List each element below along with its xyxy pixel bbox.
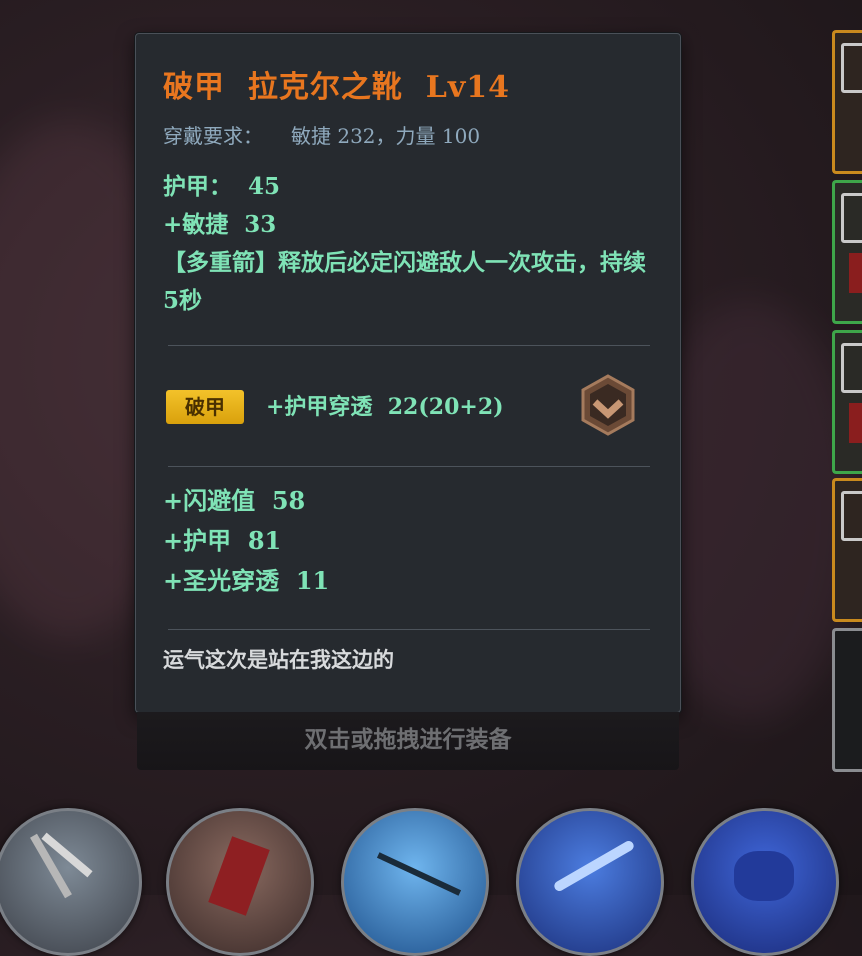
requirement-label: 穿戴要求： xyxy=(163,124,263,148)
equipment-slot[interactable] xyxy=(832,478,862,622)
divider xyxy=(168,345,650,346)
extra-stats: +闪避值 58 +护甲 81 +圣光穿透 11 xyxy=(163,481,329,601)
item-tooltip: 破甲 拉克尔之靴 Lv14 穿戴要求： 敏捷 232，力量 100 护甲： 45 … xyxy=(135,33,681,713)
item-slot-icon xyxy=(841,491,862,541)
divider xyxy=(168,629,650,630)
flavor-text: 运气这次是站在我这边的 xyxy=(163,647,394,672)
stat-line: +闪避值 58 xyxy=(163,486,306,515)
item-slot-icon xyxy=(841,43,862,93)
blade-skill-icon[interactable] xyxy=(166,808,314,956)
base-stats: 护甲： 45 +敏捷 33 【多重箭】释放后必定闪避敌人一次攻击，持续5秒 xyxy=(163,168,653,320)
stat-line: +护甲 81 xyxy=(163,526,282,555)
requirement-value: 敏捷 232，力量 100 xyxy=(291,124,481,148)
stat-line: 【多重箭】释放后必定闪避敌人一次攻击，持续5秒 xyxy=(163,249,646,314)
item-slot-icon xyxy=(841,193,862,243)
item-slot-icon xyxy=(841,343,862,393)
divider xyxy=(168,466,650,467)
blue-slash-skill-icon[interactable] xyxy=(516,808,664,956)
affix-badge: 破甲 xyxy=(166,390,244,424)
arrow-skill-icon[interactable] xyxy=(341,808,489,956)
stat-line: +圣光穿透 11 xyxy=(163,566,330,595)
crossbow-skill-icon[interactable] xyxy=(0,808,142,956)
red-item-icon xyxy=(849,253,862,293)
item-title: 破甲 拉克尔之靴 Lv14 xyxy=(163,70,511,105)
equip-hint: 双击或拖拽进行装备 xyxy=(137,712,679,770)
affix-text: +护甲穿透 22(20+2) xyxy=(266,394,504,420)
equipment-slot[interactable] xyxy=(832,330,862,474)
equipment-slot[interactable] xyxy=(832,30,862,174)
bronze-shield-chevron-icon xyxy=(581,374,635,436)
red-item-icon xyxy=(849,403,862,443)
requirement: 穿戴要求： 敏捷 232，力量 100 xyxy=(163,120,480,149)
stat-line: 护甲： 45 xyxy=(163,173,281,200)
equipment-slot[interactable] xyxy=(832,628,862,772)
stat-line: +敏捷 33 xyxy=(163,211,277,238)
equipment-slot[interactable] xyxy=(832,180,862,324)
blue-beast-skill-icon[interactable] xyxy=(691,808,839,956)
